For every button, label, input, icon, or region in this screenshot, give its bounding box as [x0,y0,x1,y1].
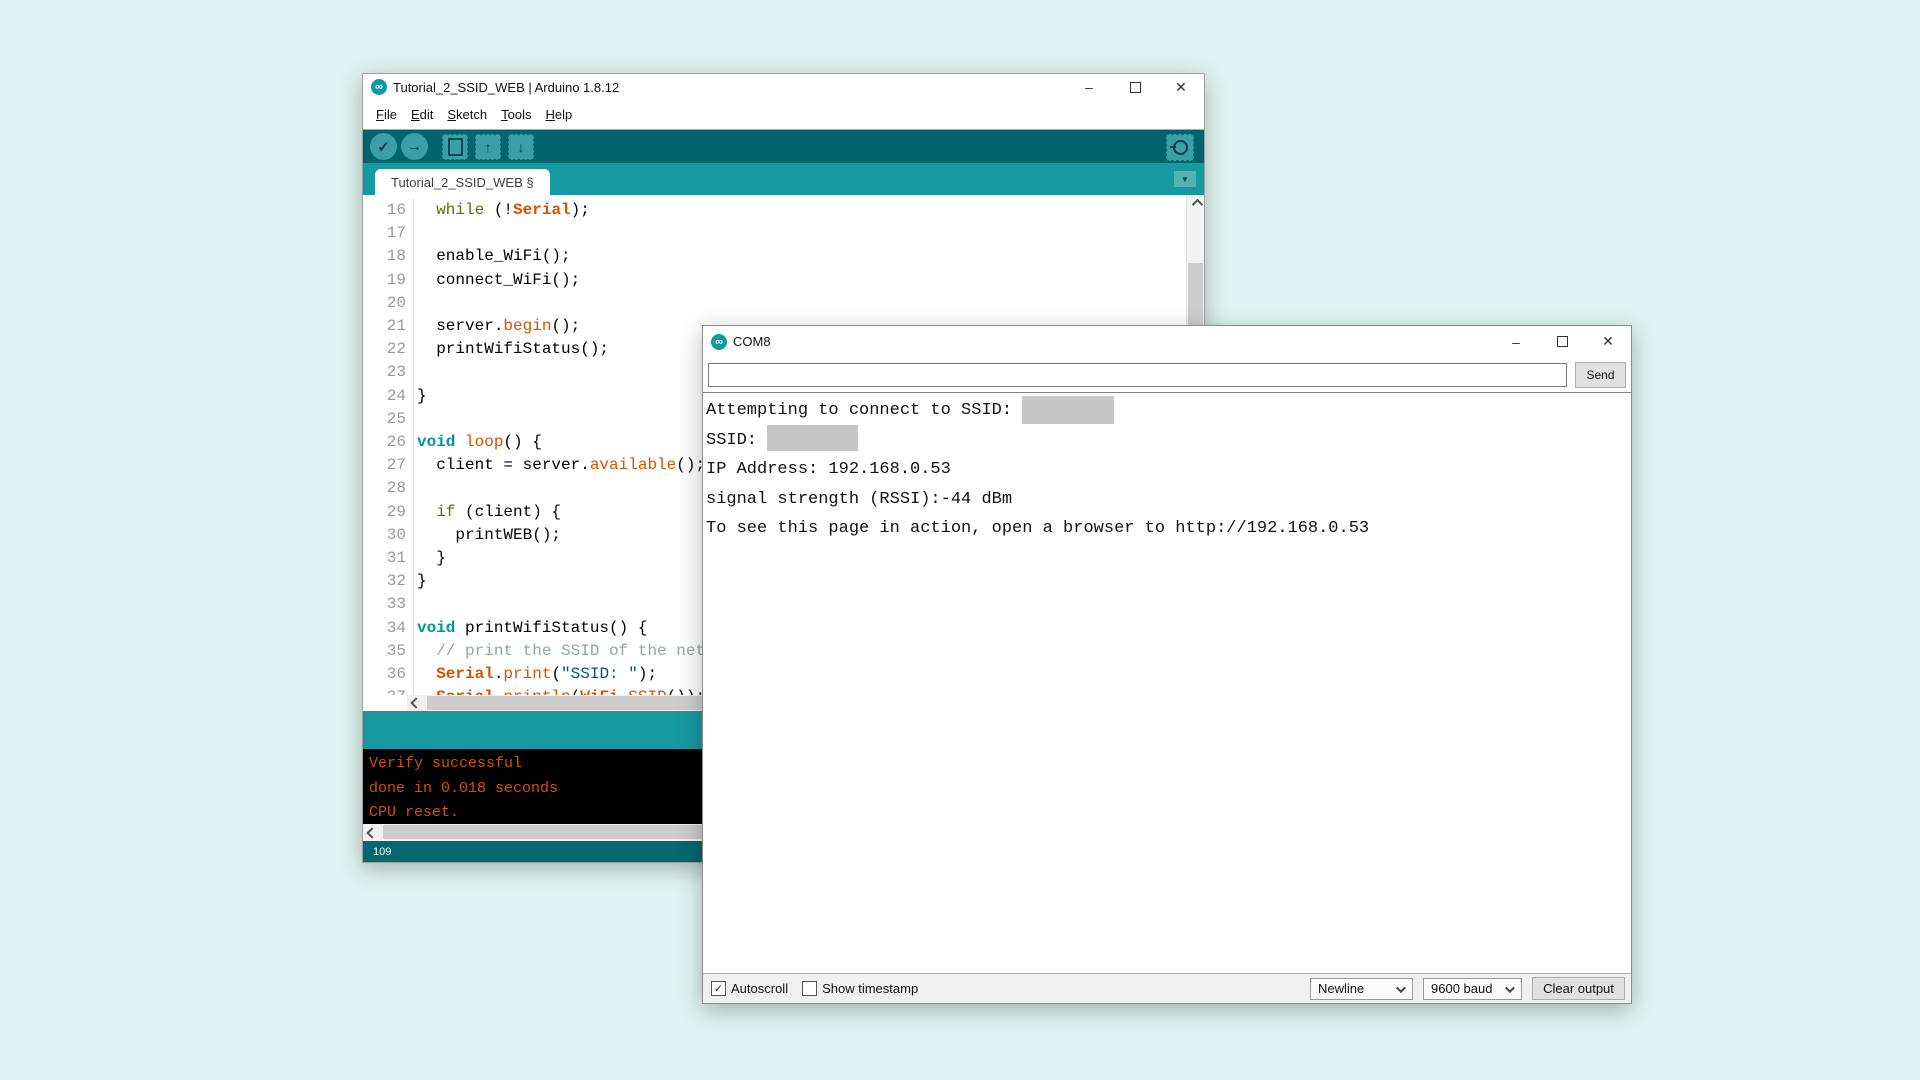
serial-title-bar[interactable]: ∞ COM8 – ✕ [703,326,1631,357]
serial-input-row: Send [703,357,1631,392]
ide-title-bar[interactable]: ∞ Tutorial_2_SSID_WEB | Arduino 1.8.12 –… [363,74,1204,100]
clear-output-button[interactable]: Clear output [1532,977,1625,1000]
redacted-ssid-block [767,425,858,451]
ide-close-button[interactable]: ✕ [1158,74,1204,100]
magnifier-icon [1173,140,1188,155]
autoscroll-label: Autoscroll [731,981,788,996]
chevron-down-icon [1505,983,1515,993]
redacted-ssid-block [1022,396,1114,424]
baud-rate-value: 9600 baud [1431,981,1492,996]
chevron-down-icon: ▼ [1181,175,1189,184]
serial-input[interactable] [708,363,1567,387]
document-icon [448,138,463,156]
ide-window-title: Tutorial_2_SSID_WEB | Arduino 1.8.12 [393,80,619,95]
serial-monitor-button[interactable] [1166,134,1194,161]
serial-bottom-bar: ✓ Autoscroll Show timestamp Newline 9600… [703,973,1631,1003]
serial-minimize-button[interactable]: – [1493,326,1539,357]
serial-output-line: signal strength (RSSI):-44 dBm [706,485,1631,514]
menu-sketch[interactable]: Sketch [440,107,494,122]
down-arrow-icon: ↓ [518,139,525,155]
scroll-left-arrow[interactable] [407,695,424,711]
verify-button[interactable]: ✓ [370,133,397,160]
cursor-line-number: 109 [373,846,391,858]
desktop: { "colors": { "teal_dark": "#00646A", "t… [0,0,1920,1080]
arduino-logo-icon: ∞ [711,334,727,350]
tab-tutorial-2-ssid-web[interactable]: Tutorial_2_SSID_WEB § [375,169,550,195]
chevron-up-icon [1191,199,1202,210]
scroll-up-arrow[interactable] [1187,195,1204,211]
serial-maximize-button[interactable] [1539,326,1585,357]
line-ending-value: Newline [1318,981,1364,996]
code-line: 16 while (!Serial); [363,199,1204,222]
chevron-left-icon [366,827,377,838]
maximize-icon [1557,336,1568,347]
new-sketch-button[interactable] [442,134,468,160]
maximize-icon [1130,82,1141,93]
serial-monitor-window: ∞ COM8 – ✕ Send Attempting to connect to… [702,325,1632,1004]
open-sketch-button[interactable]: ↑ [475,134,501,160]
code-line: 17 [363,222,1204,245]
ide-minimize-button[interactable]: – [1066,74,1112,100]
console-scroll-left-arrow[interactable] [363,824,380,841]
check-icon: ✓ [714,982,723,995]
menu-file[interactable]: File [369,107,404,122]
serial-output-line: SSID: [706,425,1631,455]
chevron-down-icon [1396,983,1406,993]
menu-help[interactable]: Help [538,107,579,122]
serial-window-title: COM8 [733,334,771,349]
serial-output-line: IP Address: 192.168.0.53 [706,455,1631,484]
up-arrow-icon: ↑ [485,139,492,155]
menu-edit[interactable]: Edit [404,107,440,122]
send-button[interactable]: Send [1575,362,1626,388]
save-sketch-button[interactable]: ↓ [508,134,534,160]
serial-output: Attempting to connect to SSID: SSID: IP … [703,392,1631,973]
code-line: 18 enable_WiFi(); [363,245,1204,268]
chevron-left-icon [410,697,421,708]
baud-rate-select[interactable]: 9600 baud [1423,978,1522,1000]
serial-output-line: To see this page in action, open a brows… [706,514,1631,543]
show-timestamp-checkbox[interactable] [802,981,817,996]
tab-list-dropdown-button[interactable]: ▼ [1174,171,1196,187]
upload-button[interactable]: → [401,133,428,160]
arduino-logo-icon: ∞ [371,79,387,95]
check-icon: ✓ [377,138,390,156]
autoscroll-checkbox[interactable]: ✓ [711,981,726,996]
menu-tools[interactable]: Tools [494,107,538,122]
tab-strip: Tutorial_2_SSID_WEB § ▼ [363,163,1204,195]
code-line: 19 connect_WiFi(); [363,269,1204,292]
menu-bar: FileEditSketchToolsHelp [363,100,1204,130]
right-arrow-icon: → [407,138,422,155]
ide-toolbar: ✓ → ↑ ↓ [363,130,1204,163]
ide-maximize-button[interactable] [1112,74,1158,100]
code-line: 20 [363,292,1204,315]
serial-output-line: Attempting to connect to SSID: [706,396,1631,425]
scrollbar-spacer [363,695,407,711]
line-ending-select[interactable]: Newline [1310,978,1413,1000]
serial-close-button[interactable]: ✕ [1585,326,1631,357]
show-timestamp-label: Show timestamp [822,981,918,996]
